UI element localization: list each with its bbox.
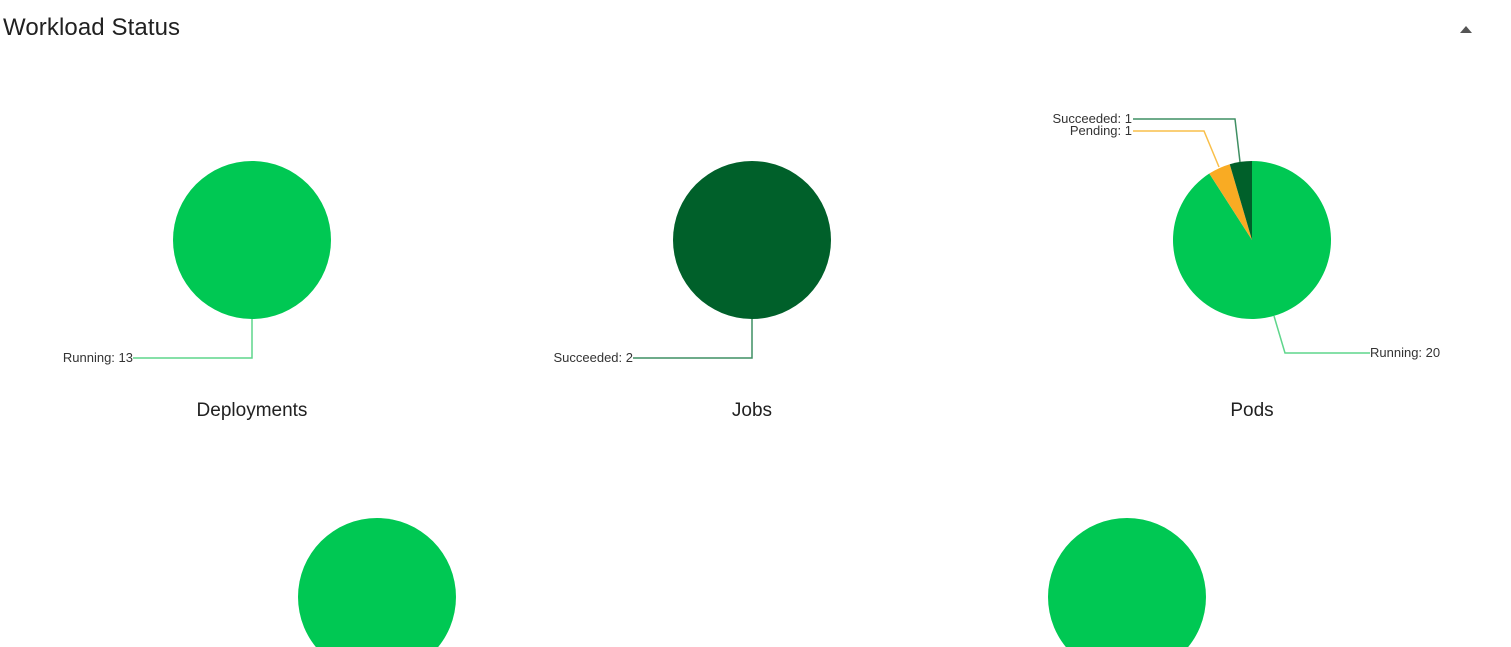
leader-line-pending — [1133, 130, 1220, 168]
slice-label-succeeded: Succeeded: 2 — [553, 350, 633, 365]
pie-chart-unnamed-4 — [1048, 518, 1206, 647]
slice-label-running: Running: 20 — [1370, 345, 1440, 360]
leader-line-running — [133, 319, 253, 359]
leader-line-running — [1273, 315, 1370, 354]
slice-label-succeeded: Succeeded: 1 — [1052, 111, 1132, 126]
pie-slice-running[interactable] — [1173, 161, 1332, 319]
pie-slice-running[interactable] — [173, 161, 331, 319]
slice-label-running: Running: 13 — [63, 350, 133, 365]
leader-line-succeeded — [633, 319, 753, 359]
workload-charts: Running: 13 Deployments Succeeded: 2 Jobs Ru… — [63, 111, 1440, 647]
pie-slice-running[interactable] — [1048, 518, 1206, 647]
chart-title: Jobs — [732, 400, 772, 421]
pie-slice-succeeded[interactable] — [673, 161, 831, 319]
pie-chart-jobs: Succeeded: 2 Jobs — [553, 161, 831, 421]
chart-title: Deployments — [197, 400, 308, 421]
pie-chart-unnamed-3 — [298, 518, 456, 647]
pie-chart-deployments: Running: 13 Deployments — [63, 161, 331, 421]
pie-slice-running[interactable] — [298, 518, 456, 647]
chart-title: Pods — [1230, 400, 1273, 421]
pie-chart-pods: Running: 20Pending: 1Succeeded: 1Pods — [1052, 111, 1440, 421]
leader-line-succeeded — [1133, 118, 1241, 163]
